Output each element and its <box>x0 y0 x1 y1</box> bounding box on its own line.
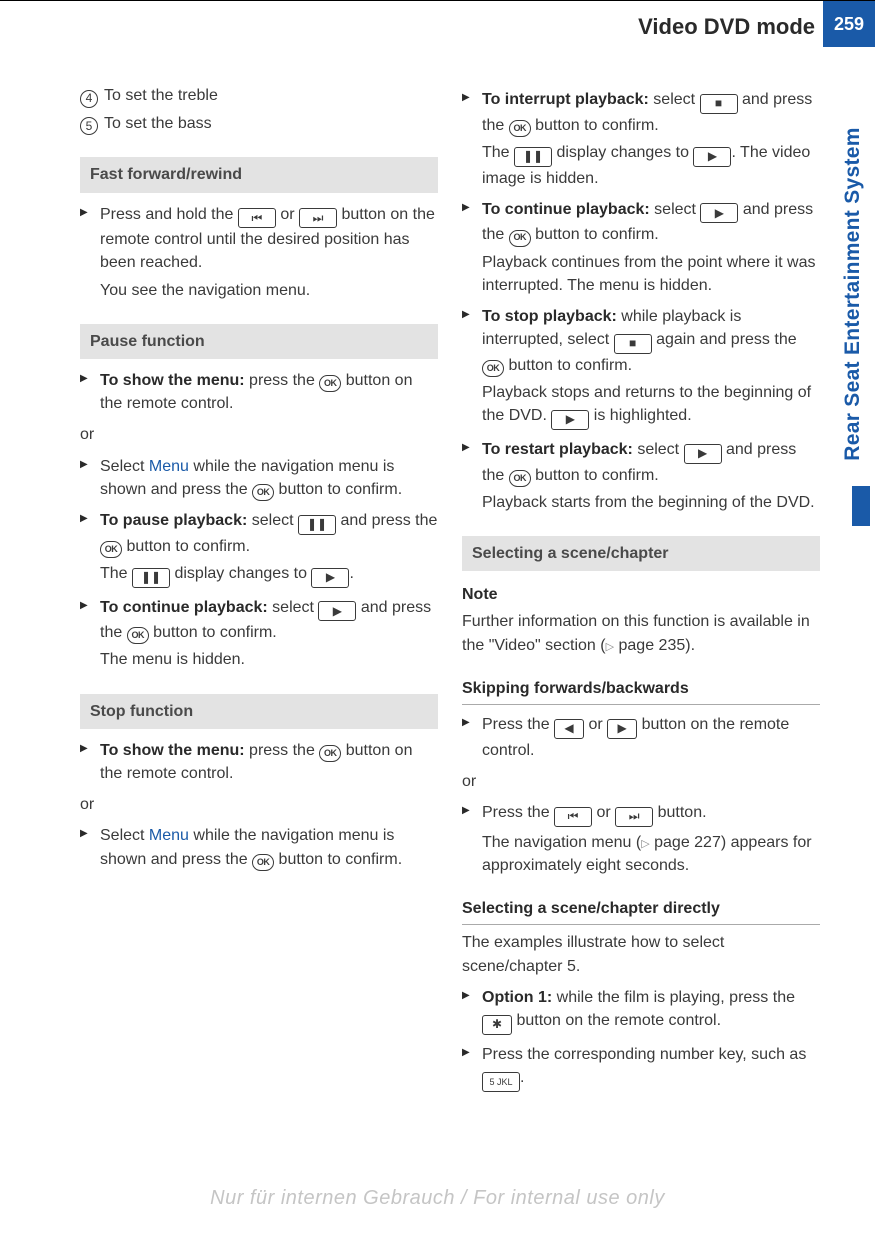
ok-button-icon: OK <box>319 745 341 762</box>
play-icon: ▶ <box>693 147 731 167</box>
side-tab-marker <box>852 486 870 526</box>
step-result: The ❚❚ display changes to ▶. <box>100 562 438 588</box>
page-header: Video DVD mode 259 <box>0 0 875 46</box>
instruction-step: Option 1: while the film is playing, pre… <box>462 986 820 1035</box>
header-title: Video DVD mode <box>638 11 815 43</box>
instruction-step: To pause playback: select ❚❚ and press t… <box>80 509 438 588</box>
instruction-step: Press the corresponding number key, such… <box>462 1043 820 1093</box>
circled-number-icon: 5 <box>80 117 98 135</box>
left-column: 4To set the treble 5To set the bass Fast… <box>80 80 438 1100</box>
play-icon: ▶ <box>684 444 722 464</box>
play-icon: ▶ <box>551 410 589 430</box>
list-item: 4To set the treble <box>80 84 438 108</box>
menu-ref: Menu <box>149 458 189 475</box>
step-result: The navigation menu (▷ page 227) appears… <box>482 831 820 877</box>
ok-button-icon: OK <box>127 627 149 644</box>
instruction-step: Select Menu while the navigation menu is… <box>80 455 438 501</box>
ok-button-icon: OK <box>252 484 274 501</box>
step-result: Playback stops and returns to the beginn… <box>482 381 820 430</box>
prev-track-icon: ⏮ <box>554 807 592 827</box>
instruction-step: Press the ◀ or ▶ button on the remote co… <box>462 713 820 762</box>
instruction-step: To stop playback: while playback is inte… <box>462 305 820 430</box>
or-separator: or <box>462 770 820 793</box>
page-number: 259 <box>823 1 875 47</box>
ok-button-icon: OK <box>319 375 341 392</box>
stop-icon: ■ <box>614 334 652 354</box>
step-result: Playback continues from the point where … <box>482 251 820 297</box>
step-result: The menu is hidden. <box>100 648 438 671</box>
pause-icon: ❚❚ <box>132 568 170 588</box>
ok-button-icon: OK <box>509 120 531 137</box>
ok-button-icon: OK <box>252 854 274 871</box>
section-heading-fast-forward: Fast forward/rewind <box>80 157 438 192</box>
next-track-icon: ⏭ <box>615 807 653 827</box>
instruction-step: To show the menu: press the OK button on… <box>80 739 438 785</box>
list-item: 5To set the bass <box>80 112 438 136</box>
next-track-icon: ⏭ <box>299 208 337 228</box>
right-arrow-icon: ▶ <box>607 719 637 739</box>
instruction-step: To continue playback: select ▶ and press… <box>462 198 820 297</box>
right-column: To interrupt playback: select ■ and pres… <box>462 80 820 1100</box>
pause-icon: ❚❚ <box>514 147 552 167</box>
step-result: Playback starts from the beginning of th… <box>482 491 820 514</box>
prev-track-icon: ⏮ <box>238 208 276 228</box>
subheading-direct: Selecting a scene/chapter directly <box>462 897 820 925</box>
five-key-icon: 5 JKL <box>482 1072 520 1092</box>
play-icon: ▶ <box>700 203 738 223</box>
instruction-step: To continue playback: select ▶ and press… <box>80 596 438 672</box>
instruction-step: Press and hold the ⏮ or ⏭ button on the … <box>80 203 438 302</box>
or-separator: or <box>80 793 438 816</box>
section-heading-pause: Pause function <box>80 324 438 359</box>
note-heading: Note <box>462 583 820 606</box>
play-icon: ▶ <box>318 601 356 621</box>
circled-number-icon: 4 <box>80 90 98 108</box>
instruction-step: Press the ⏮ or ⏭ button. The navigation … <box>462 801 820 877</box>
play-icon: ▶ <box>311 568 349 588</box>
side-tab-label: Rear Seat Entertainment System <box>837 127 867 460</box>
pageref-icon: ▷ <box>606 641 614 653</box>
ok-button-icon: OK <box>509 230 531 247</box>
step-result: You see the navigation menu. <box>100 279 438 302</box>
side-tab: Rear Seat Entertainment System <box>835 82 870 506</box>
section-heading-scene: Selecting a scene/chapter <box>462 536 820 571</box>
intro-text: The examples illustrate how to select sc… <box>462 931 820 977</box>
instruction-step: To show the menu: press the OK button on… <box>80 369 438 415</box>
content-area: 4To set the treble 5To set the bass Fast… <box>80 80 820 1100</box>
ok-button-icon: OK <box>100 541 122 558</box>
footer-watermark: Nur für internen Gebrauch / For internal… <box>0 1184 875 1213</box>
ok-button-icon: OK <box>482 360 504 377</box>
stop-icon: ■ <box>700 94 738 114</box>
instruction-step: Select Menu while the navigation menu is… <box>80 824 438 870</box>
instruction-step: To restart playback: select ▶ and press … <box>462 438 820 514</box>
menu-ref: Menu <box>149 827 189 844</box>
or-separator: or <box>80 423 438 446</box>
ok-button-icon: OK <box>509 470 531 487</box>
pageref-icon: ▷ <box>641 838 649 850</box>
star-key-icon: ✱ <box>482 1015 512 1035</box>
note-body: Further information on this function is … <box>462 610 820 656</box>
section-heading-stop: Stop function <box>80 694 438 729</box>
pause-icon: ❚❚ <box>298 515 336 535</box>
subheading-skipping: Skipping forwards/backwards <box>462 677 820 705</box>
instruction-step: To interrupt playback: select ■ and pres… <box>462 88 820 190</box>
step-result: The ❚❚ display changes to ▶. The video i… <box>482 141 820 190</box>
left-arrow-icon: ◀ <box>554 719 584 739</box>
